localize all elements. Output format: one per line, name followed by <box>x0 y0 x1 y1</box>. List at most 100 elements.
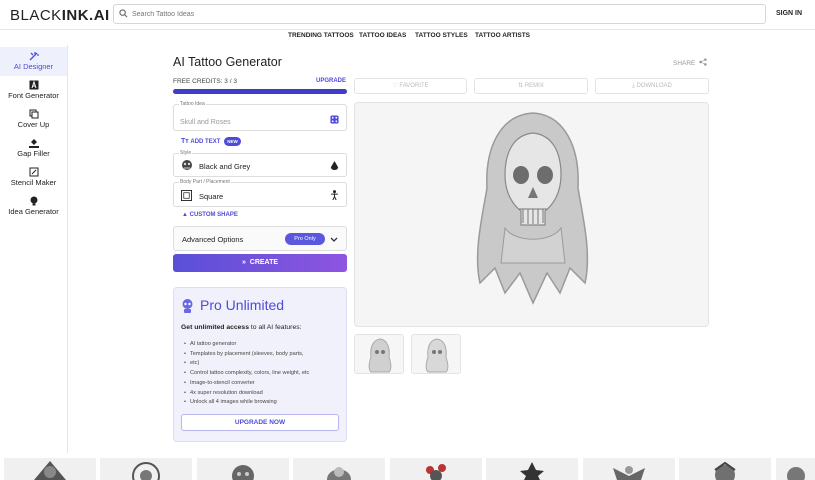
sidebar-item-ai-designer[interactable]: AI Designer <box>0 47 67 76</box>
placement-field[interactable]: Body Part / Placement Square <box>173 179 347 207</box>
advanced-options-label: Advanced Options <box>182 235 244 244</box>
new-badge: NEW <box>224 137 241 146</box>
sidebar: AI Designer Font Generator Cover Up Gap … <box>0 45 68 453</box>
paint-bucket-icon <box>28 139 39 148</box>
remix-icon: ⇅ <box>518 83 524 89</box>
upgrade-now-button[interactable]: UPGRADE NOW <box>181 414 339 431</box>
pro-card-subtitle: Get unlimited access to all AI features: <box>181 324 302 331</box>
sidebar-item-stencil-maker[interactable]: Stencil Maker <box>0 163 67 192</box>
shapes-icon: ▲ <box>182 212 188 218</box>
gallery-item[interactable] <box>486 458 578 480</box>
gallery-artwork <box>714 461 736 480</box>
favorite-button[interactable]: ♡ FAVORITE <box>354 78 467 94</box>
pro-unlimited-card: Pro Unlimited Get unlimited access to al… <box>173 287 347 442</box>
pro-feature-item: Control tattoo complexity, colors, line … <box>184 369 309 379</box>
chevron-down-icon <box>330 237 338 242</box>
thumbnail-artwork <box>368 338 392 373</box>
sidebar-item-label: Idea Generator <box>8 207 59 216</box>
create-button[interactable]: » CREATE <box>173 254 347 272</box>
square-shape-icon <box>181 190 192 201</box>
brand-logo[interactable]: BLACKINK.AI <box>10 7 110 24</box>
pro-feature-item: 4x super resolution download <box>184 389 309 399</box>
gallery-item[interactable] <box>776 458 815 480</box>
nav-trending-tattoos[interactable]: TRENDING TATTOOS <box>288 32 354 39</box>
pro-only-label: Pro Only <box>294 236 316 242</box>
gallery-item[interactable] <box>390 458 482 480</box>
sidebar-item-font-generator[interactable]: Font Generator <box>0 76 67 105</box>
robot-mascot-icon <box>182 299 193 313</box>
sidebar-item-label: Stencil Maker <box>10 178 57 187</box>
style-field[interactable]: Style Black and Grey <box>173 150 347 177</box>
search-box[interactable] <box>113 4 766 24</box>
gallery-item[interactable] <box>197 458 289 480</box>
gallery-item[interactable] <box>100 458 192 480</box>
placement-value: Square <box>199 192 224 201</box>
logo-text-light: BLACK <box>10 7 62 24</box>
pro-only-badge: Pro Only <box>285 233 325 245</box>
tattoo-idea-field[interactable]: Tattoo Idea Skull and Roses <box>173 101 347 131</box>
remix-label: REMIX <box>524 83 544 89</box>
font-icon <box>29 80 38 90</box>
style-thumbnail-icon <box>182 160 192 170</box>
top-nav: TRENDING TATTOOS TATTOO IDEAS TATTOO STY… <box>0 31 815 45</box>
dice-icon[interactable] <box>330 115 339 124</box>
pro-feature-item: Templates by placement (sleeves, body pa… <box>184 350 309 360</box>
tattoo-idea-label: Tattoo Idea <box>179 101 206 107</box>
credits-progress-fill <box>173 89 347 94</box>
gallery-artwork <box>132 462 160 480</box>
stencil-icon <box>29 167 38 177</box>
pro-card-title: Pro Unlimited <box>200 297 285 313</box>
custom-shape-label: CUSTOM SHAPE <box>189 212 238 218</box>
wand-icon <box>29 52 39 61</box>
custom-shape-button[interactable]: ▲ CUSTOM SHAPE <box>182 212 238 218</box>
remix-button[interactable]: ⇅ REMIX <box>474 78 588 94</box>
upgrade-link[interactable]: UPGRADE <box>316 78 346 84</box>
sign-in-button[interactable]: SIGN IN <box>776 10 802 17</box>
gallery-strip <box>0 458 815 480</box>
share-label: SHARE <box>673 60 696 67</box>
create-label: CREATE <box>249 259 279 266</box>
sidebar-item-label: AI Designer <box>13 62 54 71</box>
pro-feature-item: AI tattoo generator <box>184 340 309 350</box>
gallery-item[interactable] <box>293 458 385 480</box>
body-figure-icon <box>331 190 338 200</box>
download-button[interactable]: ⤓ DOWNLOAD <box>595 78 709 94</box>
pro-feature-list: AI tattoo generator Templates by placeme… <box>184 340 309 408</box>
sidebar-item-label: Font Generator <box>8 91 59 100</box>
credits-text: FREE CREDITS: 3 / 3 <box>173 78 237 85</box>
sidebar-item-idea-generator[interactable]: Idea Generator <box>0 192 67 221</box>
lightbulb-icon <box>30 196 37 206</box>
pro-feature-item: etc) <box>184 359 309 369</box>
search-input[interactable] <box>132 7 752 21</box>
nav-tattoo-ideas[interactable]: TATTOO IDEAS <box>359 32 406 39</box>
pro-feature-item: Image-to-stencil converter <box>184 379 309 389</box>
double-chevron-icon: » <box>241 259 246 266</box>
gallery-artwork <box>327 467 351 480</box>
sidebar-item-cover-up[interactable]: Cover Up <box>0 105 67 134</box>
gallery-artwork <box>613 466 645 480</box>
tattoo-idea-input[interactable]: Skull and Roses <box>180 119 231 126</box>
advanced-options-toggle[interactable]: Advanced Options Pro Only <box>173 226 347 251</box>
nav-tattoo-artists[interactable]: TATTOO ARTISTS <box>475 32 530 39</box>
placement-label: Body Part / Placement <box>179 179 231 185</box>
add-text-button[interactable]: Tт ADD TEXT <box>181 138 220 145</box>
preview-thumbnail[interactable] <box>411 334 461 374</box>
gallery-artwork <box>426 464 446 480</box>
preview-thumbnail[interactable] <box>354 334 404 374</box>
text-format-icon: Tт <box>181 138 189 145</box>
gallery-item[interactable] <box>679 458 771 480</box>
ink-drop-icon <box>330 161 339 170</box>
gallery-item[interactable] <box>4 458 96 480</box>
thumbnail-artwork <box>425 338 449 373</box>
style-value: Black and Grey <box>199 162 251 171</box>
sidebar-item-gap-filler[interactable]: Gap Filler <box>0 134 67 163</box>
credits-progress-bar <box>173 89 347 94</box>
hooded-skull-artwork <box>476 112 589 305</box>
generated-image-preview[interactable] <box>354 102 709 327</box>
gallery-item[interactable] <box>583 458 675 480</box>
nav-tattoo-styles[interactable]: TATTOO STYLES <box>415 32 468 39</box>
share-icon <box>699 58 707 66</box>
gallery-artwork <box>787 467 805 480</box>
sidebar-item-label: Gap Filler <box>17 149 50 158</box>
share-button[interactable]: SHARE <box>673 58 707 67</box>
